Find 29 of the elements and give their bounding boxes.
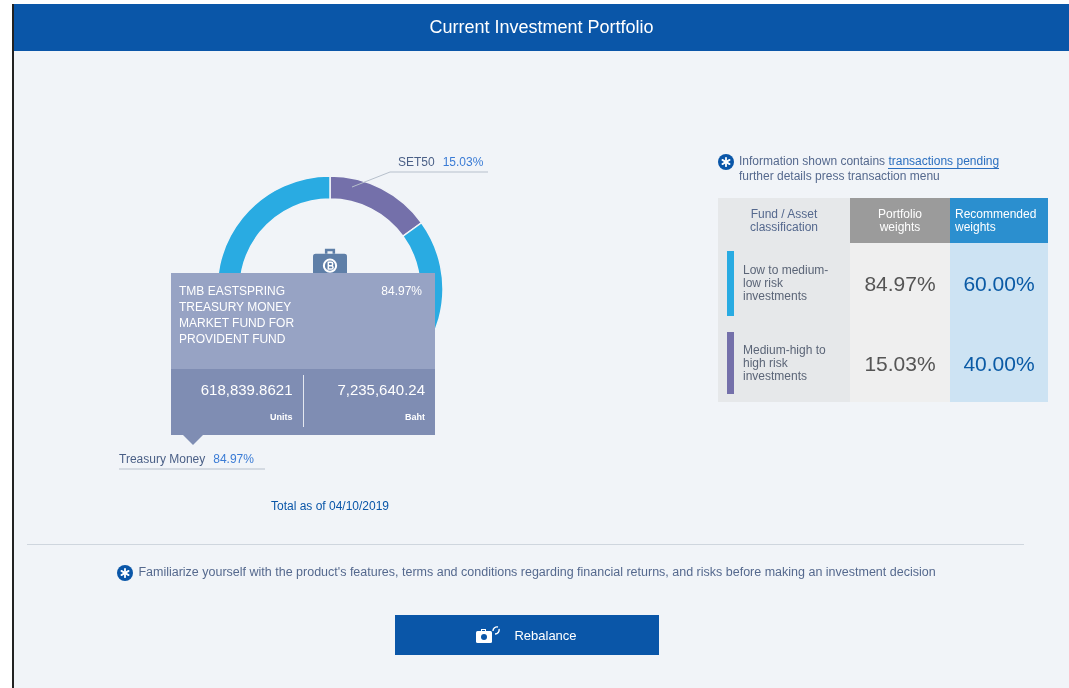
portfolio-weight: 15.03% (850, 324, 950, 402)
donut-slice[interactable] (329, 175, 423, 237)
recommended-weight: 60.00% (950, 243, 1048, 324)
chart-label: SET50 (398, 155, 435, 169)
chart-value: 15.03% (442, 155, 484, 169)
column-header: Fund / Asset classification (718, 198, 850, 243)
units-value: 618,839.8621 (200, 381, 293, 398)
info-icon (117, 565, 134, 581)
units-label: Units (270, 412, 293, 422)
info-icon (718, 154, 734, 170)
portfolio-weight: 84.97% (850, 243, 950, 324)
transactions-link[interactable]: transactions pending (888, 154, 1000, 169)
briefcase-refresh-icon (476, 625, 501, 645)
info-text: Information shown contains transactions pending further details press transaction menu (739, 154, 1001, 184)
risk-class-label: Medium-high to high risk investments (743, 343, 827, 383)
column-header: Portfolio weights (850, 198, 950, 243)
baht-value: 7,235,640.24 (337, 381, 425, 398)
chart-value: 84.97% (213, 452, 254, 466)
chart-label: Treasury Money (119, 452, 206, 466)
column-header: Recommended weights (950, 198, 1048, 243)
fund-name: TMB EASTSPRING TREASURY MONEY MARKET FUND FOR PROVIDENT FUND (179, 283, 296, 348)
currency-label: Baht (405, 412, 425, 422)
recommended-weight: 40.00% (950, 324, 1048, 402)
risk-class-label: Low to medium-low risk investments (743, 264, 830, 303)
rebalance-button[interactable]: Rebalance (394, 615, 659, 655)
as-of-date: Total as of 04/10/2019 (270, 499, 390, 513)
disclaimer-text: Familiarize yourself with the product's features, terms and conditions regarding financial returns, and risks before making an investment decision (138, 565, 936, 580)
page-title: Current Investment Portfolio (14, 4, 1069, 51)
fund-share: 84.97% (381, 283, 422, 300)
